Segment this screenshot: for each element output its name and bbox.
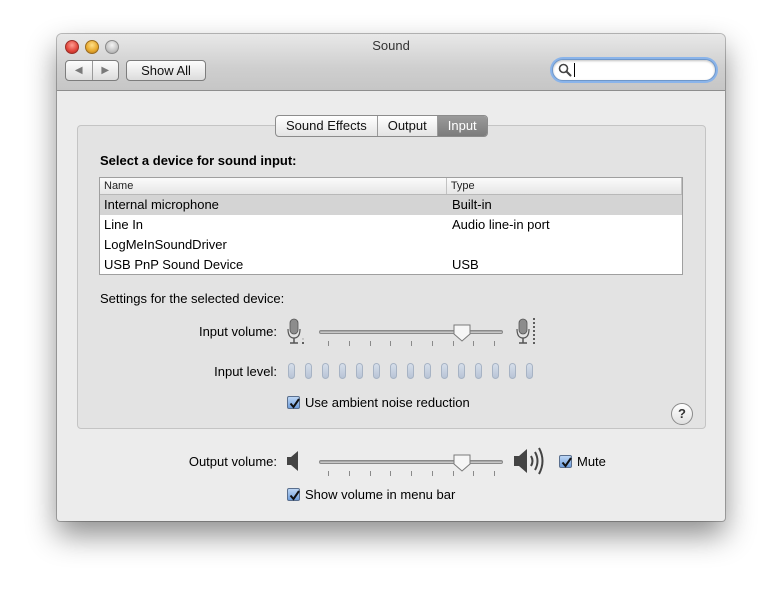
sound-preferences-window: Sound ◀ ▶ Show All Sound Effects Output …: [57, 34, 725, 521]
level-segment: [322, 363, 329, 379]
forward-button[interactable]: ▶: [91, 61, 119, 80]
back-arrow-icon: ◀: [74, 65, 83, 76]
checkmark-icon: [561, 457, 572, 468]
slider-track: [319, 460, 503, 464]
speaker-low-icon: [287, 451, 298, 471]
slider-tick: [348, 341, 350, 346]
input-volume-label: Input volume:: [198, 324, 277, 339]
slider-tick: [348, 471, 350, 476]
slider-knob[interactable]: [453, 324, 471, 342]
level-segment: [288, 363, 295, 379]
level-segment: [492, 363, 499, 379]
microphone-low-icon: [287, 318, 304, 344]
column-header-type[interactable]: Type: [447, 178, 682, 194]
device-section-label: Select a device for sound input:: [100, 153, 297, 168]
output-volume-label: Output volume:: [188, 454, 277, 469]
table-row[interactable]: Internal microphone Built-in: [100, 195, 682, 215]
device-type: [448, 235, 682, 255]
level-segment: [390, 363, 397, 379]
output-volume-slider[interactable]: [319, 454, 503, 476]
level-segment: [407, 363, 414, 379]
slider-tick: [328, 471, 329, 476]
table-row[interactable]: LogMeInSoundDriver: [100, 235, 682, 255]
settings-section-label: Settings for the selected device:: [100, 291, 285, 306]
navigation-group: ◀ ▶: [65, 60, 119, 81]
slider-tick: [494, 471, 495, 476]
window-title: Sound: [372, 38, 410, 53]
slider-tick: [411, 471, 412, 476]
slider-tick: [328, 341, 329, 346]
table-row[interactable]: USB PnP Sound Device USB: [100, 255, 682, 275]
checkmark-icon: [289, 398, 300, 409]
mute-checkbox[interactable]: [559, 455, 572, 468]
table-row[interactable]: Line In Audio line-in port: [100, 215, 682, 235]
speaker-high-icon: [514, 447, 544, 475]
title-bar: Sound ◀ ▶ Show All: [57, 34, 725, 91]
slider-tick: [431, 471, 433, 476]
level-segment: [441, 363, 448, 379]
device-name: Internal microphone: [104, 197, 219, 212]
level-segment: [509, 363, 516, 379]
level-segment: [339, 363, 346, 379]
level-segment: [424, 363, 431, 379]
tab-input[interactable]: Input: [436, 116, 487, 136]
slider-tick: [431, 341, 433, 346]
device-name: USB PnP Sound Device: [104, 257, 244, 272]
level-segment: [526, 363, 533, 379]
level-segment: [475, 363, 482, 379]
show-volume-menu-bar-label[interactable]: Show volume in menu bar: [305, 487, 455, 502]
column-header-name[interactable]: Name: [100, 178, 447, 194]
show-all-button[interactable]: Show All: [126, 60, 206, 81]
slider-tick: [411, 341, 412, 346]
search-field[interactable]: [552, 59, 716, 81]
device-name: Line In: [104, 217, 144, 232]
input-panel: [77, 125, 706, 429]
forward-arrow-icon: ▶: [101, 65, 110, 76]
mute-label[interactable]: Mute: [577, 454, 606, 469]
slider-tick: [390, 471, 392, 476]
slider-ticks: [319, 471, 503, 477]
tab-output[interactable]: Output: [376, 116, 437, 136]
level-segment: [305, 363, 312, 379]
microphone-high-icon: [516, 318, 535, 344]
input-level-label: Input level:: [214, 364, 277, 379]
device-type: USB: [452, 257, 479, 272]
tab-sound-effects[interactable]: Sound Effects: [276, 116, 377, 136]
search-input[interactable]: [573, 62, 707, 78]
show-volume-menu-bar-checkbox[interactable]: [287, 488, 300, 501]
input-volume-slider[interactable]: [319, 324, 503, 346]
slider-ticks: [319, 341, 503, 347]
level-segment: [373, 363, 380, 379]
ambient-noise-label[interactable]: Use ambient noise reduction: [305, 395, 470, 410]
help-button[interactable]: ?: [671, 403, 693, 425]
device-name: LogMeInSoundDriver: [104, 237, 227, 252]
input-device-table: Name Type Internal microphone Built-in L…: [99, 177, 683, 275]
tab-bar: Sound Effects Output Input: [275, 115, 488, 137]
ambient-noise-checkbox[interactable]: [287, 396, 300, 409]
checkmark-icon: [289, 490, 300, 501]
text-caret: [574, 63, 575, 77]
level-segment: [458, 363, 465, 379]
device-type: Built-in: [452, 197, 492, 212]
device-type: Audio line-in port: [452, 217, 550, 232]
slider-tick: [369, 341, 371, 346]
level-segment: [356, 363, 363, 379]
slider-tick: [473, 471, 475, 476]
back-button[interactable]: ◀: [66, 61, 92, 80]
slider-tick: [390, 341, 392, 346]
slider-tick: [369, 471, 371, 476]
slider-tick: [494, 341, 495, 346]
slider-track: [319, 330, 503, 334]
slider-tick: [473, 341, 475, 346]
search-icon: [558, 63, 572, 77]
table-header: Name Type: [100, 178, 682, 195]
slider-knob[interactable]: [453, 454, 471, 472]
